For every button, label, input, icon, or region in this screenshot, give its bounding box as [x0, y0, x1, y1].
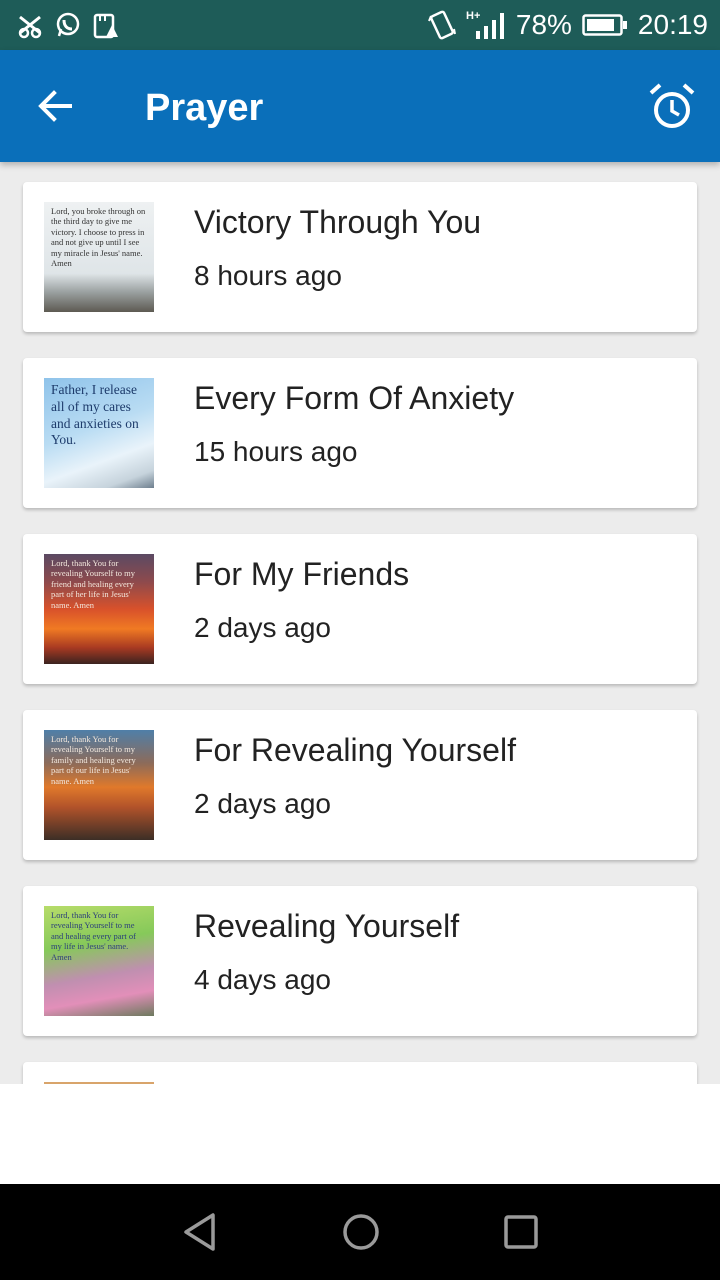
app-bar: Prayer [0, 50, 720, 162]
battery-percent: 78% [515, 9, 572, 40]
prayer-time: 2 days ago [194, 788, 331, 819]
signal-off-icon [18, 15, 42, 39]
arrow-back-icon[interactable] [30, 81, 80, 131]
prayer-thumbnail: Lord, thank You for revealing Yourself t… [44, 730, 154, 840]
list-item[interactable]: Lord, you broke through on the third day… [23, 182, 697, 332]
empty-area [0, 1084, 720, 1184]
thumbnail-caption: Lord, you broke through on the third day… [51, 206, 146, 269]
page-title: Prayer [145, 87, 264, 129]
list-item[interactable]: Father, I release all of my cares and an… [23, 358, 697, 508]
prayer-title: For My Friends [194, 556, 410, 592]
nav-recents-icon[interactable] [499, 1210, 543, 1254]
prayer-time: 8 hours ago [194, 260, 342, 291]
whatsapp-icon [56, 12, 80, 37]
storage-warning-icon [93, 13, 118, 39]
prayer-thumbnail: Lord, thank You for revealing Yourself t… [44, 906, 154, 1016]
prayer-title: Victory Through You [194, 204, 482, 240]
prayer-title: For Revealing Yourself [194, 732, 516, 768]
svg-text:H+: H+ [466, 10, 480, 22]
alarm-clock-icon[interactable] [646, 81, 698, 133]
prayer-title: Revealing Yourself [194, 908, 460, 944]
list-item[interactable] [23, 1062, 697, 1084]
prayer-list: Lord, you broke through on the third day… [0, 162, 720, 1084]
vibrate-icon [427, 10, 456, 40]
battery-icon [582, 14, 627, 36]
thumbnail-caption: Father, I release all of my cares and an… [51, 382, 139, 448]
prayer-thumbnail: Lord, thank You for revealing Yourself t… [44, 554, 154, 664]
thumbnail-caption: Lord, thank You for revealing Yourself t… [51, 734, 136, 786]
prayer-thumbnail: Father, I release all of my cares and an… [44, 378, 154, 488]
prayer-thumbnail: Lord, you broke through on the third day… [44, 202, 154, 312]
prayer-time: 15 hours ago [194, 436, 358, 467]
list-item[interactable]: Lord, thank You for revealing Yourself t… [23, 710, 697, 860]
thumbnail-caption: Lord, thank You for revealing Yourself t… [51, 558, 136, 610]
nav-home-icon[interactable] [339, 1210, 383, 1254]
system-nav-bar [0, 1184, 720, 1280]
nav-back-icon[interactable] [179, 1210, 223, 1254]
status-bar: H+ 78% 20:19 [0, 0, 720, 50]
clock: 20:19 [637, 9, 708, 40]
cell-signal-icon: H+ [466, 10, 504, 39]
prayer-time: 2 days ago [194, 612, 331, 643]
prayer-time: 4 days ago [194, 964, 331, 995]
list-item[interactable]: Lord, thank You for revealing Yourself t… [23, 534, 697, 684]
prayer-title: Every Form Of Anxiety [194, 380, 515, 416]
thumbnail-caption: Lord, thank You for revealing Yourself t… [51, 910, 136, 962]
list-item[interactable]: Lord, thank You for revealing Yourself t… [23, 886, 697, 1036]
